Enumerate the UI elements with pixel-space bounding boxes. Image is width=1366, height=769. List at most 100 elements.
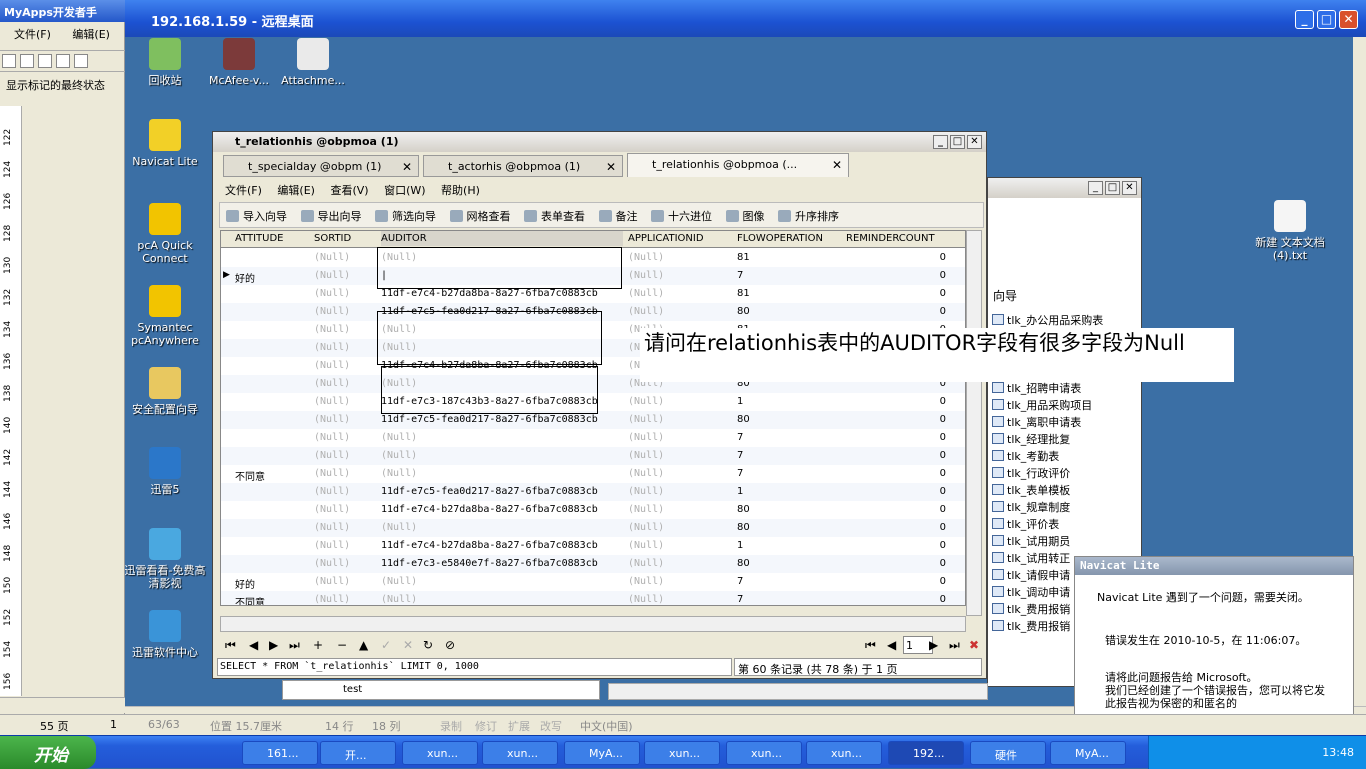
tab-specialday[interactable]: t_specialday @obpm (1) ✕ (223, 155, 419, 177)
overtype-mode[interactable]: 改写 (540, 718, 562, 734)
table-list-item[interactable]: tlk_行政评价 (992, 465, 1142, 481)
cell-sortid[interactable]: (Null) (314, 288, 350, 299)
cell-sortid[interactable]: (Null) (314, 360, 350, 371)
desktop-icon-xunlei-kankan[interactable]: 迅雷看看-免费高清影视 (120, 528, 210, 590)
host-menu-edit[interactable]: 编辑(E) (72, 28, 110, 41)
cell-remind[interactable]: 0 (936, 414, 946, 425)
taskbar-item[interactable]: xun... (644, 741, 720, 765)
taskbar-item[interactable]: xun... (806, 741, 882, 765)
cell-appid[interactable]: (Null) (628, 396, 664, 407)
prev-page-button[interactable]: ◀ (887, 638, 896, 652)
add-record-button[interactable]: + (313, 638, 323, 652)
cell-flow[interactable]: 80 (737, 558, 750, 569)
cell-sortid[interactable]: (Null) (314, 468, 350, 479)
col-remindercount[interactable]: REMINDERCOUNT (846, 233, 935, 244)
next-page-button[interactable]: ▶ (929, 638, 938, 652)
cell-appid[interactable]: (Null) (628, 576, 664, 587)
tree-item-test[interactable]: test (282, 680, 600, 700)
desktop-icon-symantec[interactable]: Symantec pcAnywhere (120, 285, 210, 347)
stop-button[interactable]: ⊘ (445, 638, 455, 652)
cell-appid[interactable]: (Null) (628, 270, 664, 281)
cell-auditor[interactable]: (Null) (381, 522, 417, 533)
minimize-button[interactable]: _ (1088, 181, 1103, 195)
record-macro[interactable]: 录制 (440, 718, 462, 734)
cell-appid[interactable]: (Null) (628, 486, 664, 497)
cell-sortid[interactable]: (Null) (314, 432, 350, 443)
table-list-item[interactable]: tlk_办公用品采购表 (992, 312, 1142, 328)
first-record-button[interactable]: ⏮ (225, 638, 236, 653)
taskbar-item[interactable]: xun... (482, 741, 558, 765)
last-page-button[interactable]: ⏭ (949, 638, 960, 653)
col-auditor[interactable]: AUDITOR (381, 231, 623, 246)
cell-remind[interactable]: 0 (936, 306, 946, 317)
apply-button[interactable]: ✓ (381, 638, 391, 652)
table-row[interactable]: (Null) (Null) (Null) 80 0 (221, 519, 965, 537)
up-button[interactable]: ▲ (359, 638, 368, 652)
remote-vertical-scrollbar[interactable] (1353, 37, 1366, 706)
table-row[interactable]: (Null) 11df-e7c4-b27da8ba-8a27-6fba7c0883… (221, 501, 965, 519)
host-menu-file[interactable]: 文件(F) (14, 28, 51, 41)
cell-remind[interactable]: 0 (936, 576, 946, 587)
cell-appid[interactable]: (Null) (628, 594, 664, 605)
cell-flow[interactable]: 7 (737, 576, 743, 587)
cell-remind[interactable]: 0 (936, 486, 946, 497)
cell-attitude[interactable]: 好的 (235, 576, 255, 591)
desktop-icon-attachment[interactable]: Attachme... (268, 38, 358, 87)
cell-remind[interactable]: 0 (936, 270, 946, 281)
minimize-button[interactable]: _ (933, 135, 948, 149)
host-markup-status[interactable]: 显示标记的最终状态 (6, 77, 125, 95)
maximize-button[interactable]: □ (1317, 10, 1336, 29)
refresh-button[interactable]: ↻ (423, 638, 433, 652)
taskbar-item[interactable]: xun... (402, 741, 478, 765)
table-row[interactable]: (Null) (Null) (Null) 7 0 (221, 447, 965, 465)
cell-remind[interactable]: 0 (936, 504, 946, 515)
menu-file[interactable]: 文件(F) (225, 184, 262, 197)
memo-button[interactable]: 备注 (598, 208, 638, 224)
tab-relationhis[interactable]: t_relationhis @obpmoa (... ✕ (627, 153, 849, 177)
table-list-item[interactable]: tlk_经理批复 (992, 431, 1142, 447)
extend-mode[interactable]: 扩展 (508, 718, 530, 734)
preview-icon[interactable] (74, 54, 88, 68)
cell-appid[interactable]: (Null) (628, 540, 664, 551)
sort-ascending-button[interactable]: 升序排序 (778, 208, 839, 224)
table-row[interactable]: (Null) 11df-e7c4-b27da8ba-8a27-6fba7c0883… (221, 537, 965, 555)
cell-flow[interactable]: 7 (737, 270, 743, 281)
table-list-item[interactable]: tlk_试用期员 (992, 533, 1142, 549)
menu-view[interactable]: 查看(V) (330, 184, 368, 197)
menu-window[interactable]: 窗口(W) (384, 184, 425, 197)
table-row[interactable]: (Null) 11df-e7c5-fea0d217-8a27-6fba7c0883… (221, 483, 965, 501)
grid-horizontal-scrollbar[interactable] (220, 616, 966, 632)
cell-sortid[interactable]: (Null) (314, 396, 350, 407)
cell-auditor[interactable]: (Null) (381, 576, 417, 587)
close-button[interactable]: ✕ (1339, 10, 1358, 29)
prev-record-button[interactable]: ◀ (249, 638, 258, 652)
cell-auditor[interactable]: 11df-e7c4-b27da8ba-8a27-6fba7c0883cb (381, 288, 598, 299)
desktop-icon-navicat[interactable]: Navicat Lite (120, 119, 210, 168)
cell-flow[interactable]: 80 (737, 414, 750, 425)
cell-remind[interactable]: 0 (936, 450, 946, 461)
filter-wizard-button[interactable]: 筛选向导 (375, 208, 436, 224)
tools-icon[interactable]: ✖ (969, 638, 979, 652)
table-row[interactable]: (Null) 11df-e7c3-e5840e7f-8a27-6fba7c0883… (221, 555, 965, 573)
cell-appid[interactable]: (Null) (628, 504, 664, 515)
taskbar-item[interactable]: 161... (242, 741, 318, 765)
table-list-item[interactable]: tlk_离职申请表 (992, 414, 1142, 430)
table-row[interactable]: 不同意 (Null) (Null) (Null) 7 0 (221, 465, 965, 483)
cell-remind[interactable]: 0 (936, 540, 946, 551)
cell-sortid[interactable]: (Null) (314, 540, 350, 551)
cell-attitude[interactable]: 不同意 (235, 468, 265, 483)
host-view-buttons[interactable] (0, 697, 125, 713)
table-list-item[interactable]: tlk_考勤表 (992, 448, 1142, 464)
maximize-button[interactable]: □ (1105, 181, 1120, 195)
next-record-button[interactable]: ▶ (269, 638, 278, 652)
table-list-item[interactable]: tlk_规章制度 (992, 499, 1142, 515)
cell-auditor[interactable]: (Null) (381, 450, 417, 461)
clock[interactable]: 13:48 (1322, 746, 1354, 759)
tab-actorhis[interactable]: t_actorhis @obpmoa (1) ✕ (423, 155, 623, 177)
taskbar-item[interactable]: 192... (888, 741, 964, 765)
cell-auditor[interactable]: 11df-e7c4-b27da8ba-8a27-6fba7c0883cb (381, 504, 598, 515)
cell-remind[interactable]: 0 (936, 522, 946, 533)
cell-flow[interactable]: 1 (737, 540, 743, 551)
cell-remind[interactable]: 0 (936, 288, 946, 299)
cell-appid[interactable]: (Null) (628, 522, 664, 533)
